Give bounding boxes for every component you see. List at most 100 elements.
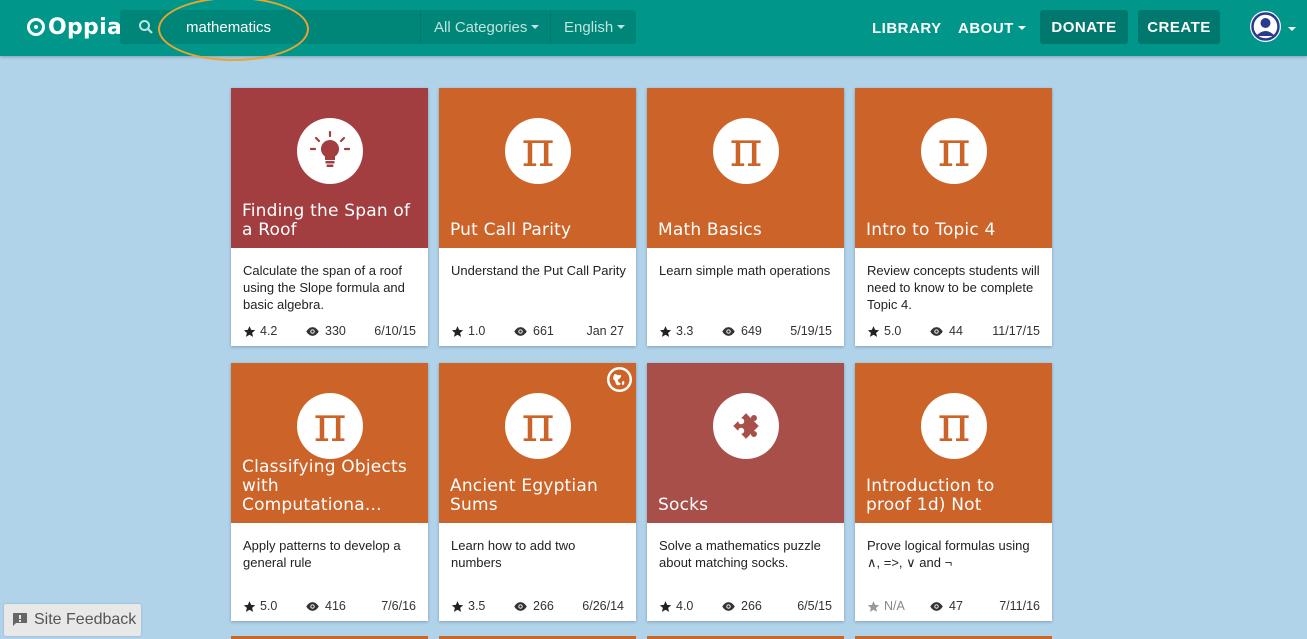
card-description: Solve a mathematics puzzle about matchin… [659, 538, 821, 570]
category-dropdown[interactable]: All Categories [420, 10, 550, 44]
card-description: Prove logical formulas using ∧, =>, ∨ an… [867, 538, 1030, 570]
lightbulb-icon [297, 118, 363, 184]
card-views: 330 [305, 324, 346, 338]
card-description: Learn simple math operations [659, 263, 831, 278]
card-rating: 4.2 [243, 324, 277, 338]
card-rating-value: 3.3 [676, 324, 694, 338]
nav-about-label: ABOUT [958, 19, 1014, 37]
card-views: 649 [721, 324, 762, 338]
card-views: 266 [513, 599, 554, 613]
site-feedback-label: Site Feedback [34, 611, 137, 628]
card-date: 7/6/16 [381, 599, 416, 613]
card-thumbnail: π Introduction to proof 1d) Not [855, 363, 1052, 523]
exploration-card[interactable]: π Classifying Objects with Computationa.… [231, 363, 428, 621]
star-icon [243, 600, 256, 612]
card-date: 7/11/16 [999, 599, 1040, 613]
card-title: Finding the Span of a Roof [242, 201, 411, 240]
card-stats: 4.2 330 6/10/15 [231, 324, 428, 340]
star-icon [451, 600, 464, 612]
search-bar: All Categories English [120, 10, 636, 44]
card-views-value: 649 [741, 324, 762, 338]
card-thumbnail: π Classifying Objects with Computationa.… [231, 363, 428, 523]
card-title: Ancient Egyptian Sums [450, 476, 598, 515]
oppia-logo[interactable]: Oppia [27, 12, 122, 42]
eye-icon [930, 601, 943, 611]
pi-icon: π [505, 118, 571, 184]
star-icon [867, 325, 880, 337]
exploration-card[interactable]: Finding the Span of a Roof Calculate the… [231, 88, 428, 346]
card-views-value: 266 [533, 599, 554, 613]
exploration-card[interactable]: π Introduction to proof 1d) Not Prove lo… [855, 363, 1052, 621]
eye-icon [930, 326, 943, 336]
card-title: Classifying Objects with Computationa... [242, 457, 407, 515]
chevron-down-icon[interactable] [1288, 27, 1296, 31]
eye-icon [306, 326, 319, 336]
nav-about-dropdown[interactable]: ABOUT [958, 0, 1026, 56]
card-views-value: 44 [949, 324, 963, 338]
card-rating: 3.5 [451, 599, 485, 613]
user-avatar-icon[interactable] [1250, 11, 1281, 42]
top-navbar: Oppia All Categories English LIBRARY ABO… [0, 0, 1307, 61]
pi-icon: π [713, 118, 779, 184]
search-input[interactable] [170, 10, 418, 44]
site-feedback-button[interactable]: Site Feedback [4, 604, 141, 636]
card-description: Calculate the span of a roof using the S… [243, 263, 405, 312]
eye-icon [514, 326, 527, 336]
card-title: Intro to Topic 4 [866, 220, 996, 240]
puzzle-icon [713, 393, 779, 459]
card-stats: 1.0 661 Jan 27 [439, 324, 636, 340]
card-views: 661 [513, 324, 554, 338]
card-rating: 4.0 [659, 599, 693, 613]
card-rating-value: 5.0 [260, 599, 278, 613]
card-rating: N/A [867, 599, 905, 613]
card-rating: 1.0 [451, 324, 485, 338]
language-dropdown[interactable]: English [550, 10, 636, 44]
card-stats: 5.0 416 7/6/16 [231, 599, 428, 615]
exploration-card[interactable]: π Ancient Egyptian Sums Learn how to add… [439, 363, 636, 621]
card-views-value: 661 [533, 324, 554, 338]
category-dropdown-label: All Categories [434, 18, 528, 36]
exploration-card[interactable]: Socks Solve a mathematics puzzle about m… [647, 363, 844, 621]
exploration-card[interactable]: π Math Basics Learn simple math operatio… [647, 88, 844, 346]
star-icon [451, 325, 464, 337]
card-thumbnail: π Math Basics [647, 88, 844, 248]
card-stats: 5.0 44 11/17/15 [855, 324, 1052, 340]
globe-icon [607, 367, 632, 392]
card-description: Review concepts students will need to kn… [867, 263, 1040, 312]
card-views: 44 [929, 324, 963, 338]
exploration-card[interactable]: π Put Call Parity Understand the Put Cal… [439, 88, 636, 346]
card-description: Apply patterns to develop a general rule [243, 538, 401, 570]
card-title: Put Call Parity [450, 220, 572, 240]
card-rating: 5.0 [243, 599, 277, 613]
eye-icon [722, 601, 735, 611]
chevron-down-icon [617, 25, 626, 29]
card-date: 5/19/15 [790, 324, 832, 338]
card-rating-value: 4.2 [260, 324, 278, 338]
card-description: Understand the Put Call Parity [451, 263, 626, 278]
card-title: Math Basics [658, 220, 762, 240]
exploration-card[interactable]: π Intro to Topic 4 Review concepts stude… [855, 88, 1052, 346]
card-thumbnail: Finding the Span of a Roof [231, 88, 428, 248]
eye-icon [306, 601, 319, 611]
card-views: 47 [929, 599, 963, 613]
chevron-down-icon [1017, 26, 1026, 30]
card-title: Introduction to proof 1d) Not [866, 476, 995, 515]
chevron-down-icon [531, 25, 540, 29]
language-dropdown-label: English [564, 18, 614, 36]
card-rating-value: 5.0 [884, 324, 902, 338]
donate-button[interactable]: DONATE [1040, 10, 1128, 44]
card-date: 6/10/15 [374, 324, 416, 338]
star-icon [243, 325, 256, 337]
search-icon [139, 20, 153, 34]
create-button[interactable]: CREATE [1138, 10, 1220, 44]
feedback-icon [13, 613, 27, 626]
card-date: Jan 27 [586, 324, 624, 338]
card-views: 266 [721, 599, 762, 613]
card-views: 416 [305, 599, 346, 613]
star-icon [659, 600, 672, 612]
pi-icon: π [505, 393, 571, 459]
card-stats: 3.3 649 5/19/15 [647, 324, 844, 340]
star-icon [867, 600, 880, 612]
nav-library-link[interactable]: LIBRARY [872, 0, 942, 56]
card-stats: N/A 47 7/11/16 [855, 599, 1052, 615]
